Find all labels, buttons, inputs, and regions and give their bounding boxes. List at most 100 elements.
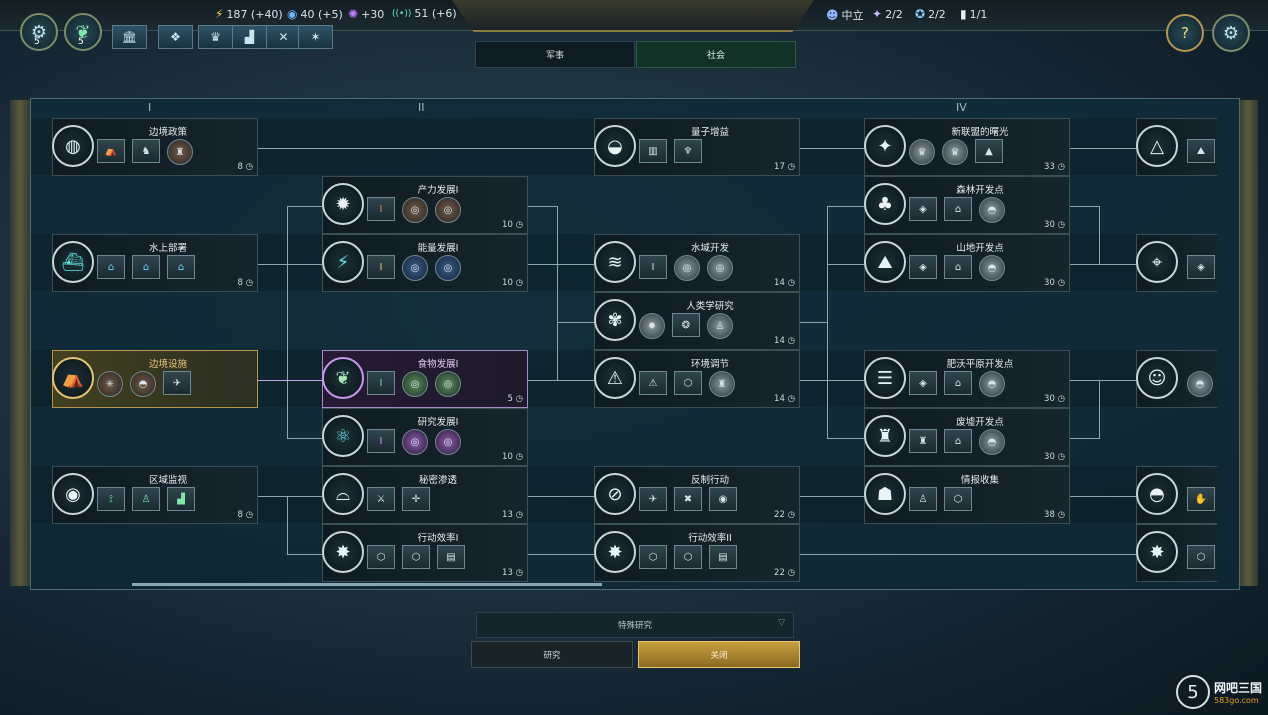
tier-label-2: II	[418, 101, 425, 114]
connector	[796, 554, 1138, 555]
connector	[1068, 438, 1100, 439]
resource-energy: ◉ 40 (+5)	[287, 7, 343, 21]
connector	[526, 380, 596, 381]
connector	[796, 322, 828, 323]
mech-icon: ✈	[163, 371, 191, 395]
tier-one-badge: Ⅰ	[639, 255, 667, 279]
laurel-star-icon: ✦	[864, 125, 906, 167]
connector	[1099, 206, 1100, 264]
status-slots-3: ▮ 1/1	[960, 7, 988, 21]
outpost-orb-icon: ◓	[1187, 371, 1213, 397]
shield-icon: ⬡	[402, 545, 430, 569]
tab-military[interactable]: 军事	[475, 41, 635, 68]
radar-icon: ⟟	[97, 487, 125, 511]
connector	[256, 148, 596, 149]
energy-icon: ◉	[287, 7, 298, 21]
waves-icon: ≋	[594, 241, 636, 283]
category-map[interactable]: ✕	[266, 25, 301, 49]
emblem-icon: ♛	[909, 139, 935, 165]
connector	[827, 438, 866, 439]
shield-icon: ⬡	[1187, 545, 1215, 569]
stars-icon: ✶	[310, 30, 321, 44]
tower-icon: ▮	[960, 7, 967, 21]
connector	[1068, 206, 1100, 207]
forest-icon: ♣	[864, 183, 906, 225]
structure-icon: ▟	[167, 487, 195, 511]
arch-icon: ▲	[975, 139, 1003, 163]
turns-count: 30 ◷	[1044, 452, 1065, 462]
tab-society[interactable]: 社会	[636, 41, 796, 68]
person-icon: ☺	[1136, 357, 1178, 399]
turns-count: 8 ◷	[237, 278, 253, 288]
diamond-icon: ◈	[909, 197, 937, 221]
settings-button[interactable]: ⚙	[1212, 14, 1250, 52]
wing-icon: ♆	[674, 139, 702, 163]
building-icon: ⌂	[944, 429, 972, 453]
city-icon: ▟	[244, 30, 255, 44]
influence-icon: ✺	[348, 7, 359, 21]
hexagon-icon: ⬡	[944, 487, 972, 511]
resource-orb-icon: ◎	[707, 255, 733, 281]
turns-count: 14 ◷	[774, 394, 795, 404]
outpost-orb-icon: ◓	[979, 371, 1005, 397]
turns-count: 30 ◷	[1044, 278, 1065, 288]
right-frame	[1238, 100, 1258, 586]
horizontal-scrollbar[interactable]	[132, 583, 602, 586]
research-count: 5	[78, 37, 84, 47]
resource-orb-icon: ◎	[402, 197, 428, 223]
tier-one-badge: Ⅰ	[367, 197, 395, 221]
connector	[1099, 380, 1100, 438]
spy-icon: ◓	[1136, 473, 1178, 515]
globe-icon: ◍	[52, 125, 94, 167]
connector	[287, 554, 324, 555]
dagger-icon: ⚔	[367, 487, 395, 511]
status-slots-1: ✦ 2/2	[872, 7, 903, 21]
status-stance: ☻ 中立	[826, 8, 864, 22]
research-button[interactable]: 研究	[471, 641, 633, 668]
turns-count: 33 ◷	[1044, 162, 1065, 172]
turns-count: 5 ◷	[507, 394, 523, 404]
ship-icon: ⛴	[52, 241, 94, 283]
burst-icon: ✸	[1136, 531, 1178, 573]
resource-orb-icon: ◎	[435, 371, 461, 397]
connector	[827, 264, 866, 265]
category-government[interactable]: 🏛	[112, 25, 147, 49]
turns-count: 17 ◷	[774, 162, 795, 172]
category-stars[interactable]: ✶	[298, 25, 333, 49]
chevron-down-icon: ▽	[778, 618, 785, 628]
category-trophy[interactable]: ♛	[198, 25, 233, 49]
connector	[1068, 380, 1138, 381]
location-pin-icon: ⌖	[1136, 241, 1178, 283]
resource-orb-icon: ◎	[402, 371, 428, 397]
resource-influence: ✺ +30	[348, 7, 385, 21]
special-research-dropdown[interactable]: 特殊研究 ▽	[476, 612, 794, 638]
category-military[interactable]: ❖	[158, 25, 193, 49]
blocked-icon: ⊘	[594, 473, 636, 515]
turns-count: 38 ◷	[1044, 510, 1065, 520]
spider-icon: ✳	[97, 371, 123, 397]
burst-icon: ✸	[322, 531, 364, 573]
close-button[interactable]: 关闭	[638, 641, 800, 668]
naval-icon: ⌂	[132, 255, 160, 279]
outpost-orb-icon: ◓	[979, 255, 1005, 281]
diamond-icon: ◈	[1187, 255, 1215, 279]
plains-icon: ☰	[864, 357, 906, 399]
connector	[827, 206, 828, 438]
turns-count: 8 ◷	[237, 510, 253, 520]
connector	[796, 148, 866, 149]
portal-icon: ▥	[639, 139, 667, 163]
connector	[287, 206, 324, 207]
gear-icon: ⚙	[1222, 22, 1240, 44]
resource-orb-icon: ◎	[435, 197, 461, 223]
building-icon: ⌂	[944, 371, 972, 395]
category-city[interactable]: ▟	[232, 25, 267, 49]
help-button[interactable]: ?	[1166, 14, 1204, 52]
resource-signal: ((•)) 51 (+6)	[392, 7, 457, 20]
mountain-icon: ⛰	[864, 241, 906, 283]
atom-icon: ⚛	[322, 415, 364, 457]
turns-count: 14 ◷	[774, 278, 795, 288]
mountain-icon: ⛰	[1187, 139, 1215, 163]
connector	[526, 554, 596, 555]
ruins-icon: ♜	[864, 415, 906, 457]
turns-count: 10 ◷	[502, 452, 523, 462]
